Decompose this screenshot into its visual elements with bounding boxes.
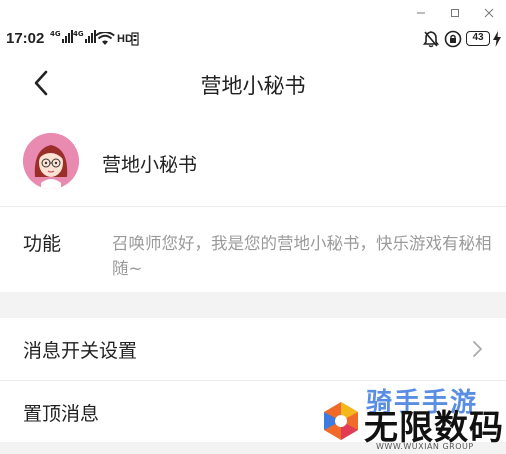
feature-description: 召唤师您好，我是您的营地小秘书，快乐游戏有秘相随~	[112, 234, 492, 278]
message-switch-settings-row[interactable]: 消息开关设置	[0, 318, 506, 380]
page-title: 营地小秘书	[200, 74, 306, 98]
signal-icon: 4G	[50, 30, 73, 43]
battery-icon: 43	[466, 31, 490, 46]
feature-row: 功能 召唤师您好，我是您的营地小秘书，快乐游戏有秘相随~	[0, 207, 506, 292]
status-time: 17:02	[6, 30, 45, 47]
battery-level: 43	[472, 32, 484, 43]
section-divider	[0, 292, 506, 318]
lock-rotation-icon	[444, 30, 462, 48]
profile-row: 营地小秘书	[0, 114, 506, 207]
watermark-sub-text: WWW.WUXIAN GROUP	[376, 442, 474, 451]
minimize-icon[interactable]	[404, 0, 438, 26]
charging-icon	[493, 31, 501, 47]
network-type-label: 4G	[73, 30, 84, 38]
network-type-label: 4G	[50, 30, 61, 38]
watermark-logo-icon	[324, 402, 358, 440]
pin-message-label: 置顶消息	[23, 403, 100, 425]
window-titlebar	[0, 0, 506, 26]
maximize-icon[interactable]	[438, 0, 472, 26]
avatar-girl-icon	[23, 133, 79, 189]
nav-header: 营地小秘书	[0, 54, 506, 114]
wifi-icon	[95, 32, 115, 45]
profile-name: 营地小秘书	[102, 154, 198, 176]
bell-off-icon	[423, 31, 439, 48]
chevron-right-icon	[473, 341, 482, 357]
feature-label: 功能	[23, 233, 62, 255]
signal-icon: 4G	[73, 30, 96, 43]
avatar[interactable]	[23, 133, 79, 189]
close-icon[interactable]	[472, 0, 506, 26]
watermark: 骑手手游 无限数码 WWW.WUXIAN GROUP	[316, 382, 506, 454]
status-bar: 17:02 4G 4G HD 43	[0, 26, 506, 54]
hd-signal-icon	[131, 32, 139, 46]
message-switch-settings-label: 消息开关设置	[23, 340, 138, 362]
